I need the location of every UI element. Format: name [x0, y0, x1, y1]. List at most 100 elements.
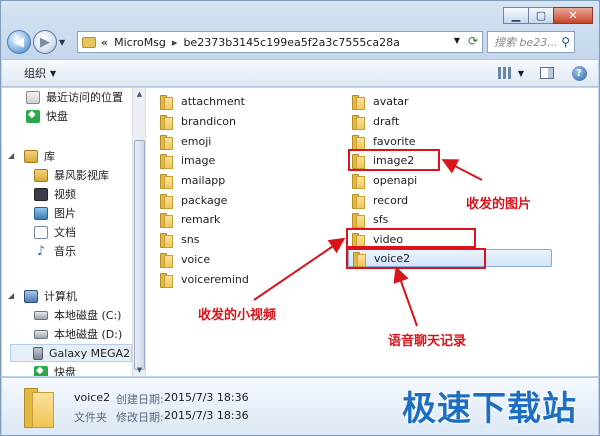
- nav-item-video-library[interactable]: 暴风影视库: [34, 166, 109, 184]
- folder-name: record: [373, 193, 409, 207]
- address-overflow[interactable]: «: [101, 36, 108, 49]
- folder-icon: [160, 193, 173, 209]
- help-button[interactable]: ?: [570, 65, 588, 81]
- folder-item[interactable]: image: [160, 151, 215, 169]
- view-dropdown-icon[interactable]: ▼: [518, 69, 524, 78]
- folder-name: openapi: [373, 173, 418, 187]
- nav-item-label: 本地磁盘 (D:): [54, 328, 123, 341]
- caption-buttons: ▁ ▢ ✕: [503, 7, 593, 24]
- address-bar[interactable]: « MicroMsg ▸ be2373b3145c199ea5f2a3c7555…: [77, 31, 483, 53]
- nav-item-library[interactable]: 库: [24, 147, 55, 165]
- minimize-button[interactable]: ▁: [503, 7, 529, 24]
- folder-item[interactable]: attachment: [160, 92, 245, 110]
- collapse-arrow-icon[interactable]: ◢: [8, 291, 14, 300]
- annotation-box-video: [346, 228, 476, 248]
- refresh-icon[interactable]: ⟳: [468, 34, 478, 48]
- nav-item-disk-c[interactable]: 本地磁盘 (C:): [34, 306, 121, 324]
- nav-item-kuaipan[interactable]: 快盘: [26, 107, 68, 125]
- organize-menu-button[interactable]: 组织 ▼: [24, 65, 56, 81]
- nav-item-galaxy-mega2[interactable]: Galaxy MEGA2: [10, 344, 132, 362]
- folder-icon: [160, 173, 173, 189]
- nav-item-label: 快盘: [46, 110, 68, 123]
- nav-item-pictures[interactable]: 图片: [34, 204, 76, 222]
- scroll-down-icon[interactable]: ▼: [134, 364, 145, 376]
- breadcrumb-micromsg[interactable]: MicroMsg: [114, 36, 166, 49]
- folder-item[interactable]: voiceremind: [160, 270, 249, 288]
- nav-item-computer[interactable]: 计算机: [24, 287, 77, 305]
- nav-item-recent-places[interactable]: 最近访问的位置: [26, 88, 123, 106]
- back-arrow-icon: ◀: [14, 34, 24, 50]
- nav-item-label: 库: [44, 150, 55, 163]
- preview-pane-button[interactable]: [538, 65, 556, 81]
- recent-places-icon: [26, 90, 40, 104]
- pictures-icon: [34, 206, 48, 220]
- folder-item[interactable]: avatar: [352, 92, 409, 110]
- folder-name: avatar: [373, 94, 409, 108]
- annotation-label-video: 收发的小视频: [198, 308, 277, 323]
- search-input[interactable]: 搜索 be23... ⚲: [487, 31, 575, 53]
- folder-item[interactable]: openapi: [352, 171, 417, 189]
- nav-item-documents[interactable]: 文档: [34, 223, 76, 241]
- search-icon[interactable]: ⚲: [561, 35, 570, 49]
- toolbar: 组织 ▼ ▼ ?: [2, 59, 598, 87]
- nav-item-label: 计算机: [44, 290, 77, 303]
- folder-item[interactable]: package: [160, 191, 227, 209]
- address-dropdown-icon[interactable]: ▼: [454, 36, 460, 45]
- folder-item[interactable]: draft: [352, 112, 399, 130]
- folder-name: remark: [181, 212, 221, 226]
- folder-item[interactable]: sns: [160, 230, 199, 248]
- folder-item[interactable]: emoji: [160, 132, 211, 150]
- nav-item-videos[interactable]: 视频: [34, 185, 76, 203]
- folder-name: favorite: [373, 134, 416, 148]
- folder-name: sfs: [373, 212, 389, 226]
- collapse-arrow-icon[interactable]: ◢: [8, 151, 14, 160]
- recent-pages-dropdown[interactable]: ▼: [59, 38, 71, 47]
- folder-name: brandicon: [181, 114, 237, 128]
- nav-item-kuaipan-2[interactable]: 快盘: [34, 363, 76, 376]
- folder-item[interactable]: brandicon: [160, 112, 236, 130]
- phone-icon: [33, 346, 43, 360]
- folder-icon: [352, 212, 365, 228]
- folder-item[interactable]: mailapp: [160, 171, 225, 189]
- file-list: attachment brandicon emoji image mailapp…: [152, 88, 598, 376]
- forward-button[interactable]: ▶: [33, 30, 57, 54]
- annotation-label-image2: 收发的图片: [466, 197, 532, 212]
- view-grid-icon: [497, 67, 512, 79]
- folder-icon: [352, 114, 365, 130]
- nav-scrollbar[interactable]: ▲ ▼: [132, 88, 145, 376]
- nav-item-label: 最近访问的位置: [46, 91, 123, 104]
- scroll-thumb[interactable]: [134, 140, 145, 370]
- folder-item[interactable]: sfs: [352, 210, 388, 228]
- back-button[interactable]: ◀: [7, 30, 31, 54]
- kuaipan-icon: [34, 365, 48, 376]
- change-view-button[interactable]: [496, 65, 514, 81]
- scroll-up-icon[interactable]: ▲: [134, 88, 145, 100]
- video-icon: [34, 187, 48, 201]
- folder-name: voiceremind: [181, 272, 249, 286]
- nav-item-music[interactable]: ♪ 音乐: [34, 242, 76, 260]
- folder-icon: [352, 193, 365, 209]
- nav-item-label: 音乐: [54, 245, 76, 258]
- folder-item[interactable]: voice: [160, 250, 210, 268]
- folder-large-icon: [24, 388, 54, 428]
- breadcrumb-user-folder[interactable]: be2373b3145c199ea5f2a3c7555ca28a: [183, 36, 399, 49]
- folder-item[interactable]: remark: [160, 210, 220, 228]
- maximize-button[interactable]: ▢: [528, 7, 554, 24]
- details-modified-value: 2015/7/3 18:36: [164, 409, 249, 422]
- close-button[interactable]: ✕: [553, 7, 593, 24]
- chevron-down-icon: ▼: [50, 68, 57, 78]
- content-area: 最近访问的位置 快盘 ◢ 库 暴风影视库 视频 图片: [2, 88, 598, 376]
- annotation-box-image2: [348, 149, 440, 171]
- folder-item[interactable]: record: [352, 191, 408, 209]
- disk-icon: [34, 329, 48, 339]
- watermark-logo: 极速下载站: [402, 389, 577, 429]
- nav-item-label: Galaxy MEGA2: [49, 346, 131, 360]
- explorer-window: ▁ ▢ ✕ ◀ ▶ ▼ « MicroMsg ▸ be2373b3145c199…: [0, 0, 600, 436]
- nav-item-disk-d[interactable]: 本地磁盘 (D:): [34, 325, 122, 343]
- details-created-label: 创建日期:: [116, 393, 164, 406]
- breadcrumb-separator-icon[interactable]: ▸: [172, 36, 178, 49]
- forward-arrow-icon: ▶: [40, 34, 50, 50]
- navigation-row: ◀ ▶ ▼ « MicroMsg ▸ be2373b3145c199ea5f2a…: [7, 29, 595, 55]
- folder-item[interactable]: favorite: [352, 132, 416, 150]
- folder-icon: [160, 94, 173, 110]
